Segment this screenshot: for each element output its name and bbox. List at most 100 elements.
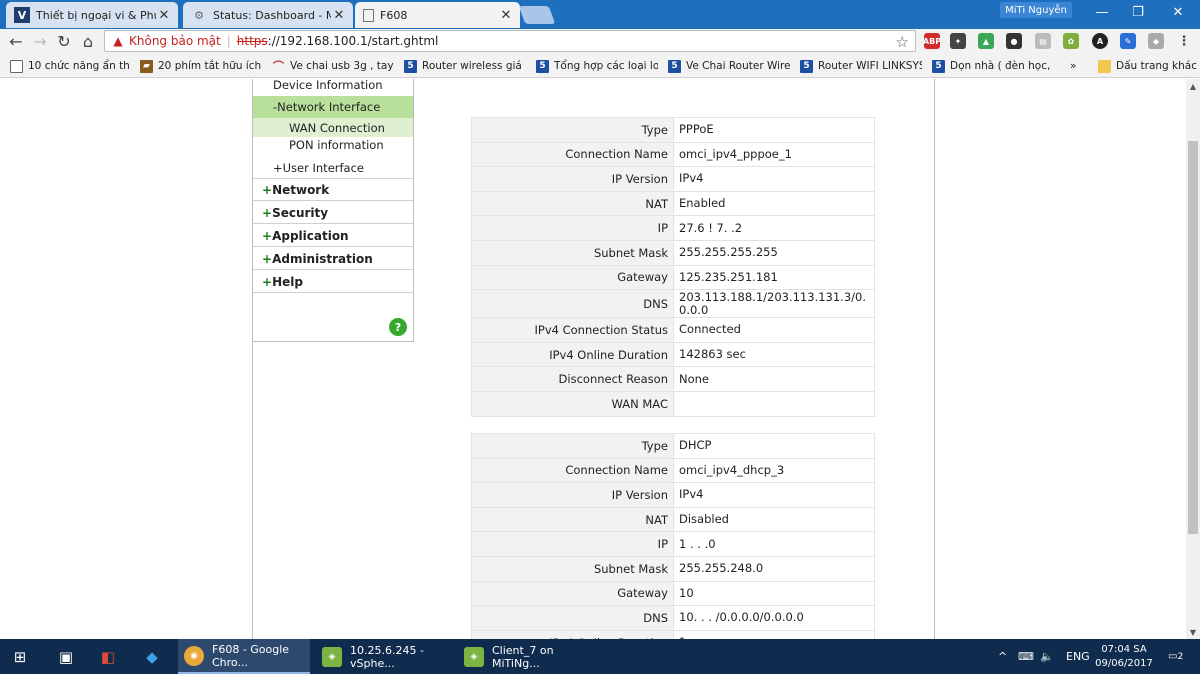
kodi-icon[interactable]: ◆	[132, 639, 172, 674]
tab-status-dashboard[interactable]: ⚙ Status: Dashboard - MiTi ✕	[183, 2, 353, 28]
extension-icon[interactable]: ◆	[1148, 33, 1164, 49]
forward-arrow-icon[interactable]: →	[28, 30, 52, 54]
camera-app-icon[interactable]: ▣	[46, 639, 86, 674]
close-icon[interactable]: ✕	[156, 8, 172, 23]
bookmark-item[interactable]: 5 Dọn nhà ( đèn học, sá	[932, 58, 1054, 74]
menu-network[interactable]: + Network	[253, 179, 413, 201]
field-value: 142863 sec	[673, 341, 875, 368]
bookmark-star-icon[interactable]: ☆	[896, 33, 909, 51]
taskbar-clock[interactable]: 07:04 SA 09/06/2017	[1094, 643, 1154, 671]
taskbar-chrome-window[interactable]: ◉ F608 - Google Chro...	[178, 639, 310, 674]
menu-label: Security	[272, 205, 329, 220]
menu-application[interactable]: + Application	[253, 225, 413, 247]
folder-icon	[1098, 59, 1111, 73]
profile-button[interactable]: MiTi Nguyễn	[1000, 2, 1072, 18]
new-tab-button[interactable]	[518, 6, 556, 24]
tab-title: F608	[380, 8, 408, 22]
tab-thiet-bi-ngoai-vi[interactable]: V Thiết bị ngoại vi & Phụ k ✕	[6, 2, 178, 28]
clock-date: 09/06/2017	[1095, 658, 1153, 669]
field-value: 1	[673, 629, 875, 639]
menu-pon-information[interactable]: PON information	[253, 135, 413, 155]
field-value: 125.235.251.181	[673, 264, 875, 291]
extension-icon[interactable]: A	[1092, 33, 1108, 49]
menu-device-information[interactable]: Device Information	[253, 79, 413, 96]
field-value: Enabled	[673, 190, 875, 217]
expand-plus-icon: +	[262, 182, 273, 197]
notification-center-icon[interactable]: ▭ 2	[1168, 639, 1183, 674]
bookmark-item[interactable]: 5 Router wireless giá ré	[404, 58, 526, 74]
menu-help[interactable]: + Help	[253, 271, 413, 293]
window-close-icon[interactable]: ✕	[1160, 0, 1196, 24]
tab-f608[interactable]: F608 ✕	[355, 2, 520, 28]
field-label: Gateway	[471, 580, 674, 607]
bookmarks-bar: 10 chức năng ẩn thú v ▰ 20 phím tắt hữu í…	[0, 54, 1200, 78]
menu-network-interface[interactable]: -Network Interface	[253, 96, 413, 118]
scrollbar-thumb[interactable]	[1188, 141, 1198, 534]
table-row: IP 1 . . .0	[471, 531, 875, 557]
close-icon[interactable]: ✕	[331, 8, 347, 23]
security-label[interactable]: Không bảo mật	[129, 34, 221, 48]
language-indicator[interactable]: ENG	[1066, 639, 1090, 674]
help-icon[interactable]: ?	[389, 318, 407, 336]
table-row: Subnet Mask 255.255.255.255	[471, 239, 875, 266]
router-icon: ⌒	[273, 60, 284, 73]
bookmark-label: Dấu trang khác	[1116, 60, 1197, 72]
table-row: IP Version IPv4	[471, 482, 875, 508]
table-row: DNS 203.113.188.1/203.113.131.3/0.0.0.0	[471, 289, 875, 319]
app-icon[interactable]: ◧	[88, 639, 128, 674]
address-bar[interactable]: ▲ Không bảo mật | https://192.168.100.1/…	[104, 30, 916, 52]
field-value: 10	[673, 580, 875, 607]
menu-administration[interactable]: + Administration	[253, 248, 413, 270]
scroll-up-arrow-icon[interactable]: ▲	[1186, 79, 1200, 93]
volume-icon[interactable]: 🔈	[1040, 639, 1054, 674]
field-label: IP	[471, 531, 674, 557]
bookmark-label: Ve chai usb 3g , tay g	[290, 60, 396, 72]
bookmark-item[interactable]: 5 Ve Chai Router Wirele	[668, 58, 790, 74]
drive-icon[interactable]: ▲	[978, 33, 994, 49]
field-label: Type	[471, 117, 674, 143]
abp-icon[interactable]: ABP	[923, 33, 941, 49]
home-icon[interactable]: ⌂	[76, 30, 100, 54]
extension-icon[interactable]: ●	[1006, 33, 1022, 49]
keyboard-icon[interactable]: ⌨	[1018, 639, 1034, 674]
scroll-down-arrow-icon[interactable]: ▼	[1186, 625, 1200, 639]
table-row: DNS 10. . . /0.0.0.0/0.0.0.0	[471, 605, 875, 631]
bookmark-item[interactable]: 5 Router WIFI LINKSYS,	[800, 58, 922, 74]
menu-user-interface[interactable]: +User Interface	[253, 157, 413, 179]
extension-icon[interactable]: ✦	[950, 33, 966, 49]
field-label: NAT	[471, 506, 674, 533]
address-separator: |	[226, 34, 231, 48]
table-row: IP Version IPv4	[471, 166, 875, 192]
bookmark-label: Dọn nhà ( đèn học, sá	[950, 60, 1054, 72]
extension-icon[interactable]: ✎	[1120, 33, 1136, 49]
extension-icon[interactable]: ▤	[1035, 33, 1051, 49]
field-value: Connected	[673, 317, 875, 343]
page-scrollbar[interactable]: ▲ ▼	[1186, 79, 1200, 639]
bookmark-item[interactable]: ▰ 20 phím tắt hữu ích tr	[140, 58, 262, 74]
bookmark-item[interactable]: 5 Tổng hợp các loại loa	[536, 58, 658, 74]
taskbar-vsphere-window[interactable]: ◈ 10.25.6.245 - vSphe...	[316, 639, 454, 674]
table-row: Connection Name omci_ipv4_dhcp_3	[471, 457, 875, 484]
field-label: IPv4 Connection Status	[471, 317, 674, 343]
field-label: Connection Name	[471, 141, 674, 168]
restore-icon[interactable]: ❐	[1120, 0, 1156, 24]
menu-label: Administration	[272, 251, 373, 266]
show-hidden-icons-chevron-icon[interactable]: ^	[998, 639, 1007, 674]
reload-icon[interactable]: ↻	[52, 30, 76, 54]
table-row: NAT Enabled	[471, 190, 875, 217]
menu-security[interactable]: + Security	[253, 202, 413, 224]
bookmarks-overflow-button[interactable]: »	[1070, 58, 1084, 74]
table-row: Connection Name omci_ipv4_pppoe_1	[471, 141, 875, 168]
taskbar-app-label: Client_7 on MiTiNg...	[492, 643, 554, 670]
bookmark-item[interactable]: ⌒ Ve chai usb 3g , tay g	[272, 58, 396, 74]
back-arrow-icon[interactable]: ←	[4, 30, 28, 54]
extension-icon[interactable]: ✿	[1063, 33, 1079, 49]
close-icon[interactable]: ✕	[498, 8, 514, 23]
field-value: IPv4	[673, 166, 875, 192]
bookmark-item[interactable]: 10 chức năng ẩn thú v	[10, 58, 130, 74]
menu-dots-icon[interactable]: ⋮	[1176, 33, 1192, 49]
taskbar-client-window[interactable]: ◈ Client_7 on MiTiNg...	[458, 639, 596, 674]
windows-start-icon[interactable]: ⊞	[0, 639, 40, 674]
minimize-icon[interactable]: —	[1084, 0, 1120, 24]
other-bookmarks-folder[interactable]: Dấu trang khác	[1098, 58, 1198, 74]
